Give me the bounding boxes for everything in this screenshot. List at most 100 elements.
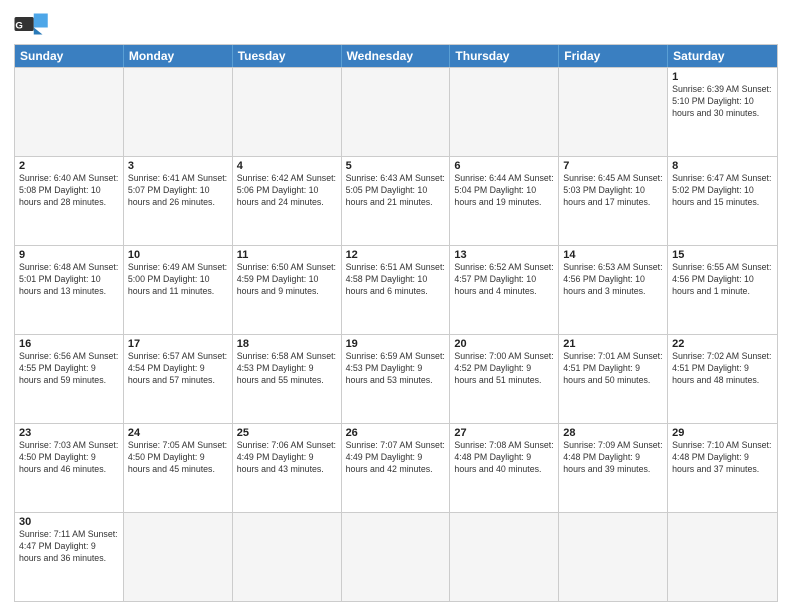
day-number: 29 xyxy=(672,427,773,439)
header-day-wednesday: Wednesday xyxy=(342,45,451,67)
day-number: 15 xyxy=(672,249,773,261)
cell-info: Sunrise: 7:03 AM Sunset: 4:50 PM Dayligh… xyxy=(19,440,119,476)
calendar-cell: 25Sunrise: 7:06 AM Sunset: 4:49 PM Dayli… xyxy=(233,424,342,512)
cell-info: Sunrise: 6:58 AM Sunset: 4:53 PM Dayligh… xyxy=(237,351,337,387)
calendar-cell xyxy=(342,513,451,601)
day-number: 6 xyxy=(454,160,554,172)
calendar-cell: 5Sunrise: 6:43 AM Sunset: 5:05 PM Daylig… xyxy=(342,157,451,245)
day-number: 11 xyxy=(237,249,337,261)
cell-info: Sunrise: 6:52 AM Sunset: 4:57 PM Dayligh… xyxy=(454,262,554,298)
cell-info: Sunrise: 6:49 AM Sunset: 5:00 PM Dayligh… xyxy=(128,262,228,298)
day-number: 24 xyxy=(128,427,228,439)
calendar-cell: 30Sunrise: 7:11 AM Sunset: 4:47 PM Dayli… xyxy=(15,513,124,601)
day-number: 25 xyxy=(237,427,337,439)
day-number: 5 xyxy=(346,160,446,172)
cell-info: Sunrise: 6:41 AM Sunset: 5:07 PM Dayligh… xyxy=(128,173,228,209)
cell-info: Sunrise: 6:43 AM Sunset: 5:05 PM Dayligh… xyxy=(346,173,446,209)
cell-info: Sunrise: 6:47 AM Sunset: 5:02 PM Dayligh… xyxy=(672,173,773,209)
calendar-cell xyxy=(668,513,777,601)
logo-icon: G xyxy=(14,10,50,38)
calendar-cell xyxy=(233,68,342,156)
svg-text:G: G xyxy=(15,20,22,31)
calendar-cell xyxy=(342,68,451,156)
calendar-cell: 1Sunrise: 6:39 AM Sunset: 5:10 PM Daylig… xyxy=(668,68,777,156)
cell-info: Sunrise: 6:51 AM Sunset: 4:58 PM Dayligh… xyxy=(346,262,446,298)
day-number: 19 xyxy=(346,338,446,350)
cell-info: Sunrise: 6:40 AM Sunset: 5:08 PM Dayligh… xyxy=(19,173,119,209)
cell-info: Sunrise: 6:57 AM Sunset: 4:54 PM Dayligh… xyxy=(128,351,228,387)
day-number: 21 xyxy=(563,338,663,350)
cell-info: Sunrise: 6:50 AM Sunset: 4:59 PM Dayligh… xyxy=(237,262,337,298)
calendar-cell: 11Sunrise: 6:50 AM Sunset: 4:59 PM Dayli… xyxy=(233,246,342,334)
day-number: 10 xyxy=(128,249,228,261)
header-day-saturday: Saturday xyxy=(668,45,777,67)
day-number: 27 xyxy=(454,427,554,439)
header-day-monday: Monday xyxy=(124,45,233,67)
calendar-cell: 3Sunrise: 6:41 AM Sunset: 5:07 PM Daylig… xyxy=(124,157,233,245)
calendar-row-5: 30Sunrise: 7:11 AM Sunset: 4:47 PM Dayli… xyxy=(15,512,777,601)
calendar-cell: 4Sunrise: 6:42 AM Sunset: 5:06 PM Daylig… xyxy=(233,157,342,245)
cell-info: Sunrise: 7:06 AM Sunset: 4:49 PM Dayligh… xyxy=(237,440,337,476)
calendar-row-4: 23Sunrise: 7:03 AM Sunset: 4:50 PM Dayli… xyxy=(15,423,777,512)
page: G SundayMondayTuesdayWednesdayThursdayFr… xyxy=(0,0,792,612)
cell-info: Sunrise: 7:00 AM Sunset: 4:52 PM Dayligh… xyxy=(454,351,554,387)
cell-info: Sunrise: 7:01 AM Sunset: 4:51 PM Dayligh… xyxy=(563,351,663,387)
header-day-sunday: Sunday xyxy=(15,45,124,67)
calendar-cell xyxy=(559,68,668,156)
cell-info: Sunrise: 6:56 AM Sunset: 4:55 PM Dayligh… xyxy=(19,351,119,387)
calendar-cell xyxy=(124,513,233,601)
calendar-cell xyxy=(15,68,124,156)
calendar-cell xyxy=(450,513,559,601)
calendar-cell xyxy=(450,68,559,156)
cell-info: Sunrise: 6:39 AM Sunset: 5:10 PM Dayligh… xyxy=(672,84,773,120)
day-number: 1 xyxy=(672,71,773,83)
day-number: 14 xyxy=(563,249,663,261)
calendar-header: SundayMondayTuesdayWednesdayThursdayFrid… xyxy=(15,45,777,67)
calendar-cell: 12Sunrise: 6:51 AM Sunset: 4:58 PM Dayli… xyxy=(342,246,451,334)
day-number: 8 xyxy=(672,160,773,172)
calendar-cell: 14Sunrise: 6:53 AM Sunset: 4:56 PM Dayli… xyxy=(559,246,668,334)
calendar-row-0: 1Sunrise: 6:39 AM Sunset: 5:10 PM Daylig… xyxy=(15,67,777,156)
calendar-cell: 22Sunrise: 7:02 AM Sunset: 4:51 PM Dayli… xyxy=(668,335,777,423)
header-day-tuesday: Tuesday xyxy=(233,45,342,67)
day-number: 18 xyxy=(237,338,337,350)
calendar-cell: 17Sunrise: 6:57 AM Sunset: 4:54 PM Dayli… xyxy=(124,335,233,423)
day-number: 3 xyxy=(128,160,228,172)
day-number: 12 xyxy=(346,249,446,261)
cell-info: Sunrise: 6:44 AM Sunset: 5:04 PM Dayligh… xyxy=(454,173,554,209)
day-number: 2 xyxy=(19,160,119,172)
logo: G xyxy=(14,10,54,38)
calendar-cell: 18Sunrise: 6:58 AM Sunset: 4:53 PM Dayli… xyxy=(233,335,342,423)
cell-info: Sunrise: 6:55 AM Sunset: 4:56 PM Dayligh… xyxy=(672,262,773,298)
calendar-cell: 6Sunrise: 6:44 AM Sunset: 5:04 PM Daylig… xyxy=(450,157,559,245)
calendar-row-3: 16Sunrise: 6:56 AM Sunset: 4:55 PM Dayli… xyxy=(15,334,777,423)
cell-info: Sunrise: 7:09 AM Sunset: 4:48 PM Dayligh… xyxy=(563,440,663,476)
calendar-cell: 23Sunrise: 7:03 AM Sunset: 4:50 PM Dayli… xyxy=(15,424,124,512)
calendar: SundayMondayTuesdayWednesdayThursdayFrid… xyxy=(14,44,778,602)
cell-info: Sunrise: 6:48 AM Sunset: 5:01 PM Dayligh… xyxy=(19,262,119,298)
cell-info: Sunrise: 6:59 AM Sunset: 4:53 PM Dayligh… xyxy=(346,351,446,387)
calendar-cell: 2Sunrise: 6:40 AM Sunset: 5:08 PM Daylig… xyxy=(15,157,124,245)
day-number: 20 xyxy=(454,338,554,350)
calendar-cell: 15Sunrise: 6:55 AM Sunset: 4:56 PM Dayli… xyxy=(668,246,777,334)
calendar-row-1: 2Sunrise: 6:40 AM Sunset: 5:08 PM Daylig… xyxy=(15,156,777,245)
calendar-cell: 28Sunrise: 7:09 AM Sunset: 4:48 PM Dayli… xyxy=(559,424,668,512)
calendar-cell: 9Sunrise: 6:48 AM Sunset: 5:01 PM Daylig… xyxy=(15,246,124,334)
cell-info: Sunrise: 7:07 AM Sunset: 4:49 PM Dayligh… xyxy=(346,440,446,476)
day-number: 9 xyxy=(19,249,119,261)
calendar-cell: 16Sunrise: 6:56 AM Sunset: 4:55 PM Dayli… xyxy=(15,335,124,423)
cell-info: Sunrise: 7:05 AM Sunset: 4:50 PM Dayligh… xyxy=(128,440,228,476)
calendar-cell xyxy=(559,513,668,601)
day-number: 4 xyxy=(237,160,337,172)
calendar-cell xyxy=(124,68,233,156)
calendar-cell: 13Sunrise: 6:52 AM Sunset: 4:57 PM Dayli… xyxy=(450,246,559,334)
day-number: 16 xyxy=(19,338,119,350)
cell-info: Sunrise: 7:10 AM Sunset: 4:48 PM Dayligh… xyxy=(672,440,773,476)
calendar-cell: 24Sunrise: 7:05 AM Sunset: 4:50 PM Dayli… xyxy=(124,424,233,512)
day-number: 7 xyxy=(563,160,663,172)
day-number: 17 xyxy=(128,338,228,350)
header-day-thursday: Thursday xyxy=(450,45,559,67)
day-number: 13 xyxy=(454,249,554,261)
calendar-cell: 8Sunrise: 6:47 AM Sunset: 5:02 PM Daylig… xyxy=(668,157,777,245)
calendar-cell: 10Sunrise: 6:49 AM Sunset: 5:00 PM Dayli… xyxy=(124,246,233,334)
